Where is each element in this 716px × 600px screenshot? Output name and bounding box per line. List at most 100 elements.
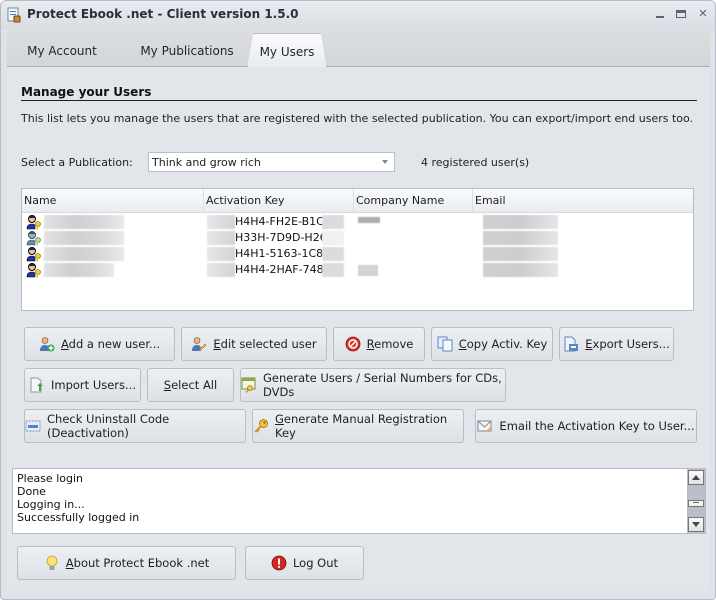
tab-my-account[interactable]: My Account (17, 29, 107, 67)
key-redacted-suffix (322, 215, 344, 229)
about-label: About Protect Ebook .net (65, 556, 210, 570)
section-description: This list lets you manage the users that… (21, 112, 694, 125)
edit-user-label: Edit selected user (213, 337, 317, 351)
status-log[interactable]: Please login Done Logging in... Successf… (12, 468, 706, 534)
email-activation-key-button[interactable]: Email the Activation Key to User... (475, 409, 697, 443)
generate-serials-label: Generate Users / Serial Numbers for CDs,… (263, 371, 502, 399)
check-uninstall-code-label: Check Uninstall Code (Deactivation) (47, 412, 170, 440)
log-out-label: Log Out (292, 556, 339, 570)
about-button[interactable]: About Protect Ebook .net (17, 546, 236, 580)
column-header-name[interactable]: Name (22, 189, 204, 213)
key-redacted-suffix (322, 247, 344, 261)
select-all-label: Select All (163, 378, 218, 392)
user-name-redacted (44, 263, 114, 277)
remove-icon (345, 336, 361, 352)
email-activation-key-label: Email the Activation Key to User... (499, 419, 695, 433)
key-redacted-prefix (207, 263, 235, 277)
app-icon (7, 7, 21, 23)
minimize-button[interactable] (653, 7, 667, 21)
key-redacted-prefix (207, 231, 235, 245)
user-name-redacted (44, 247, 124, 261)
company-redacted (358, 265, 378, 276)
window-form-icon (25, 420, 41, 432)
maximize-button[interactable] (674, 7, 688, 21)
log-line: Done (17, 485, 46, 498)
edit-user-button[interactable]: Edit selected user (181, 327, 327, 361)
minimize-icon (656, 16, 664, 18)
email-redacted (483, 215, 558, 229)
publication-label: Select a Publication: (21, 156, 133, 169)
add-user-icon (39, 337, 55, 352)
generate-serials-button[interactable]: Generate Users / Serial Numbers for CDs,… (240, 368, 506, 402)
import-users-button[interactable]: Import Users... (24, 368, 141, 402)
users-list[interactable]: Name Activation Key Company Name Email H… (21, 188, 694, 311)
window-title: Protect Ebook .net - Client version 1.5.… (27, 7, 299, 21)
column-header-activation-key[interactable]: Activation Key (204, 189, 354, 213)
section-title: Manage your Users (21, 85, 152, 99)
key-redacted-prefix (207, 215, 235, 229)
close-button[interactable]: ✕ (696, 7, 710, 21)
activation-key: H4H4-2HAF-7485- (235, 263, 335, 276)
user-key-icon (26, 263, 41, 278)
lightbulb-icon (46, 555, 58, 570)
user-key-icon (26, 247, 41, 262)
generate-serials-icon (241, 377, 256, 393)
scrollbar-thumb[interactable] (688, 500, 704, 507)
scroll-up-arrow-icon[interactable] (688, 470, 704, 485)
add-user-button[interactable]: Add a new user... (24, 327, 175, 361)
email-redacted (483, 231, 558, 245)
my-users-panel: Manage your Users This list lets you man… (7, 67, 710, 591)
email-redacted (483, 263, 558, 277)
user-name-redacted (44, 231, 124, 245)
scroll-down-arrow-icon[interactable] (688, 517, 704, 532)
user-name-redacted (44, 215, 124, 229)
publication-select[interactable]: Think and grow rich (148, 152, 395, 172)
chevron-down-icon (382, 160, 388, 164)
check-uninstall-code-button[interactable]: Check Uninstall Code (Deactivation) (24, 409, 246, 443)
log-scrollbar[interactable] (687, 469, 705, 533)
app-window: Protect Ebook .net - Client version 1.5.… (0, 0, 716, 600)
add-user-label: Add a new user... (60, 337, 161, 351)
user-row[interactable]: H4H4-2HAF-7485- (22, 262, 693, 278)
close-icon: ✕ (698, 7, 708, 20)
log-line: Logging in... (17, 498, 85, 511)
remove-button[interactable]: Remove (333, 327, 425, 361)
tab-my-users[interactable]: My Users (247, 33, 327, 68)
email-redacted (483, 247, 558, 261)
export-users-button[interactable]: Export Users... (559, 327, 674, 361)
email-icon (477, 420, 493, 432)
remove-label: Remove (366, 337, 414, 351)
activation-key: H4H1-5163-1C87- (235, 247, 335, 260)
title-bar[interactable]: Protect Ebook .net - Client version 1.5.… (1, 1, 715, 29)
export-users-label: Export Users... (585, 337, 670, 351)
select-all-button[interactable]: Select All (147, 368, 234, 402)
user-row[interactable]: H4H4-FH2E-B1C8- (22, 214, 693, 230)
column-header-company-name[interactable]: Company Name (354, 189, 473, 213)
log-line: Please login (17, 472, 83, 485)
user-key-disabled-icon (26, 231, 41, 246)
status-log-lines: Please login Done Logging in... Successf… (17, 472, 139, 524)
key-icon (254, 419, 268, 433)
user-row[interactable]: H4H1-5163-1C87- (22, 246, 693, 262)
import-icon (30, 377, 43, 393)
copy-activation-key-label: Copy Activ. Key (458, 337, 548, 351)
log-out-button[interactable]: Log Out (245, 546, 364, 580)
generate-manual-key-button[interactable]: Generate Manual Registration Key (252, 409, 464, 443)
activation-key: H4H4-FH2E-B1C8- (235, 215, 335, 228)
user-key-icon (26, 215, 41, 230)
publication-selected-value: Think and grow rich (152, 156, 261, 169)
key-redacted-suffix (322, 263, 344, 277)
company-redacted (358, 217, 380, 223)
tab-strip: My Account My Publications My Users (7, 29, 710, 68)
generate-manual-key-label: Generate Manual Registration Key (275, 412, 448, 440)
maximize-icon (676, 10, 686, 18)
column-header-email[interactable]: Email (473, 189, 693, 213)
copy-activation-key-button[interactable]: Copy Activ. Key (431, 327, 553, 361)
copy-icon (437, 336, 453, 352)
import-users-label: Import Users... (51, 378, 136, 392)
edit-user-icon (192, 337, 207, 352)
user-row[interactable]: H33H-7D9D-H269- (22, 230, 693, 246)
export-icon (564, 336, 579, 352)
log-line: Successfully logged in (17, 511, 140, 524)
tab-my-publications[interactable]: My Publications (127, 29, 247, 67)
